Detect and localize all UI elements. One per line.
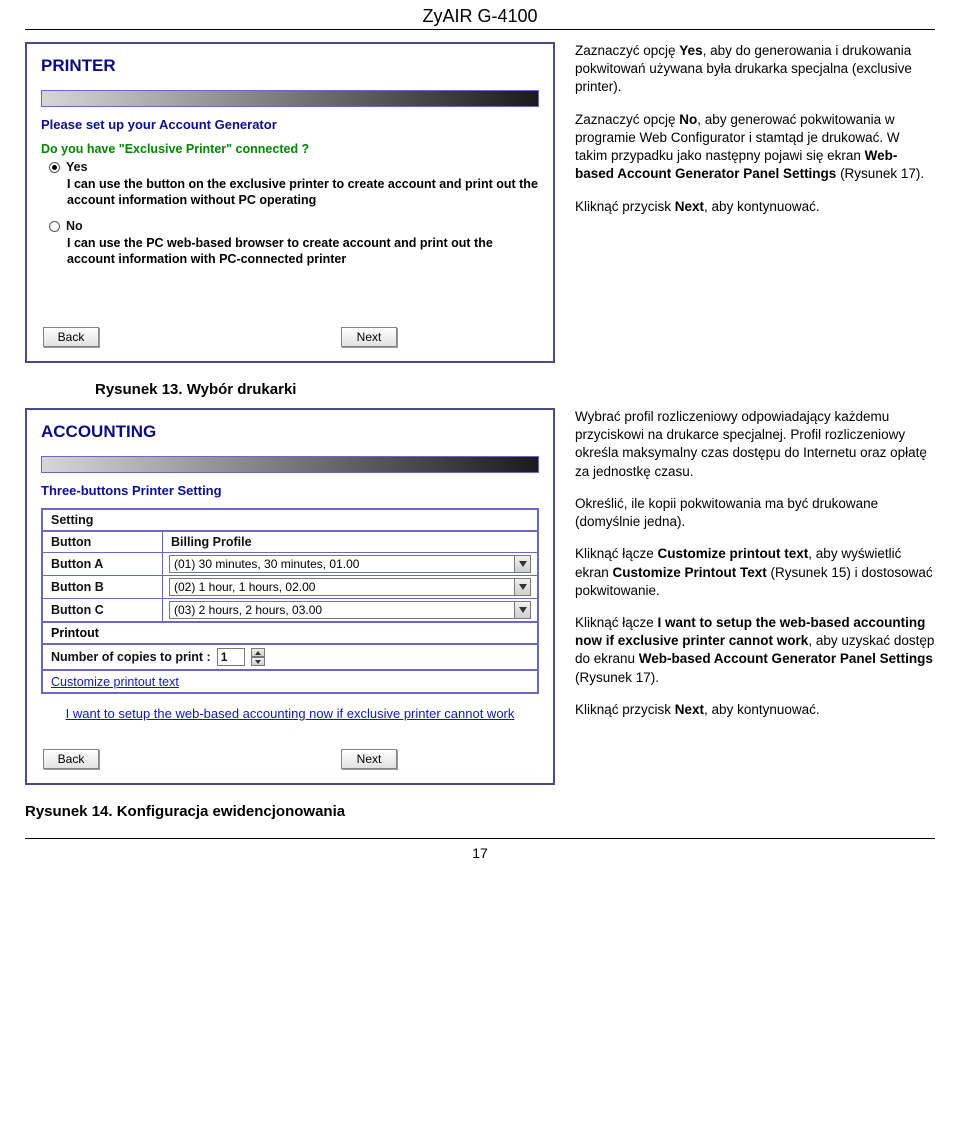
- text-bold: Customize Printout Text: [613, 565, 767, 580]
- accounting-heading: Three-buttons Printer Setting: [41, 483, 539, 498]
- section-printer: PRINTER Please set up your Account Gener…: [25, 42, 935, 363]
- customize-link-row: Customize printout text: [42, 670, 538, 693]
- button-c-label: Button C: [43, 599, 163, 622]
- back-button[interactable]: Back: [43, 749, 99, 769]
- radio-no-desc: I can use the PC web-based browser to cr…: [67, 235, 539, 268]
- chevron-down-icon: [251, 657, 265, 666]
- text-bold: Customize printout text: [658, 546, 809, 561]
- text: Kliknąć przycisk: [575, 199, 675, 214]
- text-bold: Next: [675, 702, 704, 717]
- decorative-bar: [41, 456, 539, 473]
- select-value: (03) 2 hours, 2 hours, 03.00: [170, 603, 514, 617]
- setup-web-accounting-link[interactable]: I want to setup the web-based accounting…: [66, 706, 515, 721]
- text: Kliknąć łącze: [575, 615, 658, 630]
- text: Zaznaczyć opcję: [575, 43, 679, 58]
- section-accounting: ACCOUNTING Three-buttons Printer Setting…: [25, 408, 935, 785]
- radio-icon: [49, 162, 60, 173]
- text: (Rysunek 17).: [575, 670, 659, 685]
- radio-no[interactable]: No: [49, 219, 539, 233]
- text: Określić, ile kopii pokwitowania ma być …: [575, 495, 935, 531]
- printer-question: Do you have "Exclusive Printer" connecte…: [41, 142, 539, 156]
- select-value: (01) 30 minutes, 30 minutes, 01.00: [170, 557, 514, 571]
- chevron-down-icon: [514, 602, 530, 618]
- figure-14-caption: Rysunek 14. Konfiguracja ewidencjonowani…: [25, 803, 935, 820]
- text: Zaznaczyć opcję: [575, 112, 679, 127]
- button-a-select[interactable]: (01) 30 minutes, 30 minutes, 01.00: [169, 555, 531, 573]
- printer-screenshot: PRINTER Please set up your Account Gener…: [25, 42, 555, 363]
- table-row: Button B (02) 1 hour, 1 hours, 02.00: [43, 576, 538, 599]
- radio-yes-desc: I can use the button on the exclusive pr…: [67, 176, 539, 209]
- next-button[interactable]: Next: [341, 749, 397, 769]
- back-button[interactable]: Back: [43, 327, 99, 347]
- copies-label: Number of copies to print :: [51, 650, 211, 664]
- radio-yes-label: Yes: [66, 160, 88, 174]
- page-number: 17: [25, 838, 935, 871]
- radio-no-label: No: [66, 219, 83, 233]
- text-bold: Next: [675, 199, 704, 214]
- chevron-down-icon: [514, 579, 530, 595]
- button-b-select[interactable]: (02) 1 hour, 1 hours, 02.00: [169, 578, 531, 596]
- radio-yes[interactable]: Yes: [49, 160, 539, 174]
- accounting-screen-title: ACCOUNTING: [41, 422, 539, 442]
- button-a-label: Button A: [43, 553, 163, 576]
- printer-heading: Please set up your Account Generator: [41, 117, 539, 132]
- select-value: (02) 1 hour, 1 hours, 02.00: [170, 580, 514, 594]
- button-c-select[interactable]: (03) 2 hours, 2 hours, 03.00: [169, 601, 531, 619]
- accounting-instructions: Wybrać profil rozliczeniowy odpowiadając…: [575, 408, 935, 785]
- text-bold: No: [679, 112, 697, 127]
- accounting-screenshot: ACCOUNTING Three-buttons Printer Setting…: [25, 408, 555, 785]
- settings-table: Setting Button Billing Profile Button A …: [41, 508, 539, 694]
- copies-input[interactable]: 1: [217, 648, 245, 666]
- radio-icon: [49, 221, 60, 232]
- col-profile: Billing Profile: [163, 532, 538, 553]
- decorative-bar: [41, 90, 539, 107]
- figure-13-caption: Rysunek 13. Wybór drukarki: [95, 381, 935, 398]
- chevron-down-icon: [514, 556, 530, 572]
- table-row: Button C (03) 2 hours, 2 hours, 03.00: [43, 599, 538, 622]
- setting-header: Setting: [42, 509, 538, 531]
- text: Kliknąć przycisk: [575, 702, 675, 717]
- text: Kliknąć łącze: [575, 546, 658, 561]
- printer-screen-title: PRINTER: [41, 56, 539, 76]
- text-bold: Web-based Account Generator Panel Settin…: [639, 651, 933, 666]
- page-title: ZyAIR G-4100: [25, 0, 935, 30]
- table-row: Button A (01) 30 minutes, 30 minutes, 01…: [43, 553, 538, 576]
- printer-instructions: Zaznaczyć opcję Yes, aby do generowania …: [575, 42, 935, 363]
- button-b-label: Button B: [43, 576, 163, 599]
- col-button: Button: [43, 532, 163, 553]
- text: Wybrać profil rozliczeniowy odpowiadając…: [575, 408, 935, 481]
- copies-row: Number of copies to print : 1: [42, 644, 538, 670]
- copies-spinner[interactable]: [251, 648, 265, 666]
- text-bold: Yes: [679, 43, 702, 58]
- text: (Rysunek 17).: [836, 166, 924, 181]
- text: , aby kontynuować.: [704, 702, 820, 717]
- text: , aby kontynuować.: [704, 199, 820, 214]
- printout-header: Printout: [42, 622, 538, 644]
- next-button[interactable]: Next: [341, 327, 397, 347]
- chevron-up-icon: [251, 648, 265, 657]
- customize-printout-link[interactable]: Customize printout text: [51, 675, 179, 689]
